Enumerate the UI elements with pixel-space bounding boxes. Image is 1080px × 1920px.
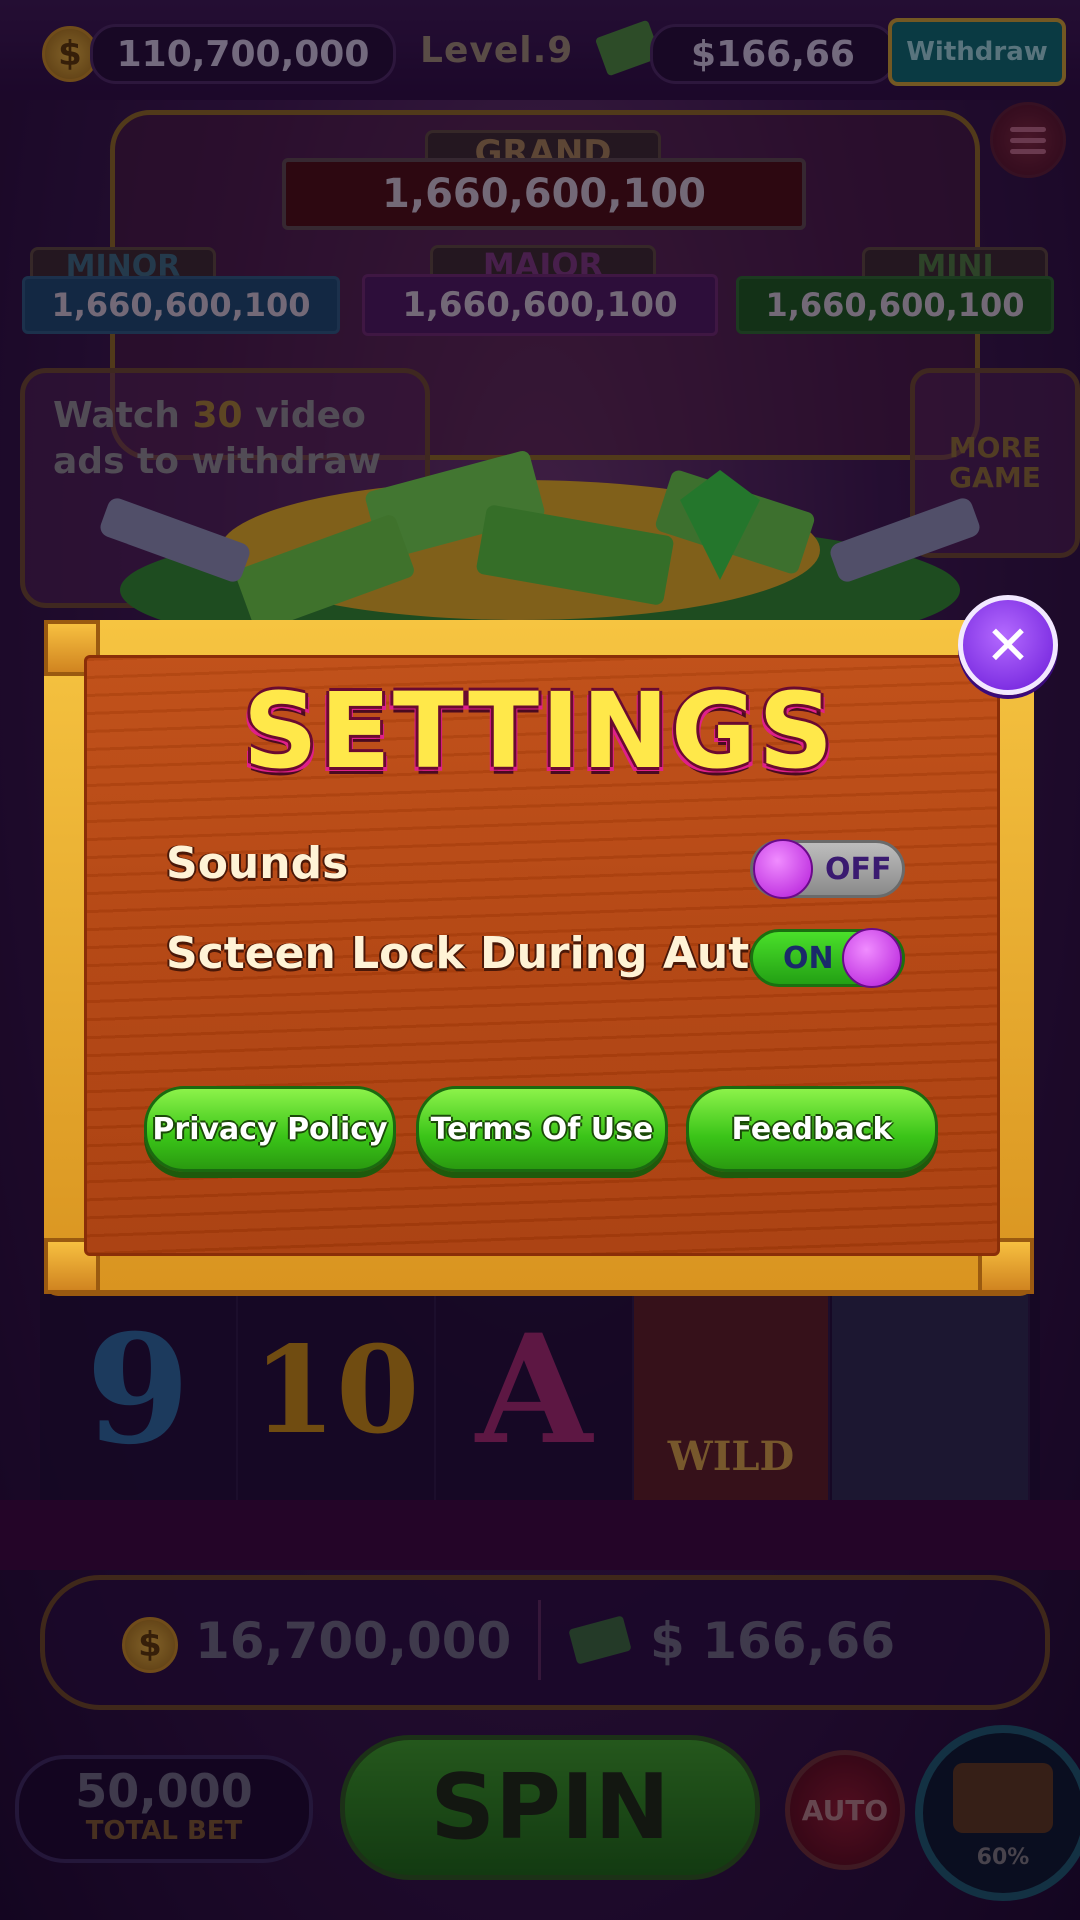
screen-lock-toggle-state: ON [783,940,834,976]
sounds-toggle-state: OFF [825,851,892,887]
close-icon[interactable]: ✕ [958,595,1058,695]
settings-title: SETTINGS [242,670,836,792]
sounds-toggle-knob [753,839,813,899]
screen-lock-toggle-knob [842,928,902,988]
screen-lock-toggle[interactable]: ON [750,928,905,988]
sounds-label: Sounds [166,838,349,889]
terms-of-use-button[interactable]: Terms Of Use [416,1086,668,1172]
privacy-policy-button[interactable]: Privacy Policy [144,1086,396,1172]
feedback-button[interactable]: Feedback [686,1086,938,1172]
sounds-toggle[interactable]: OFF [750,839,905,899]
screen-lock-label: Scteen Lock During Auto [166,928,780,979]
